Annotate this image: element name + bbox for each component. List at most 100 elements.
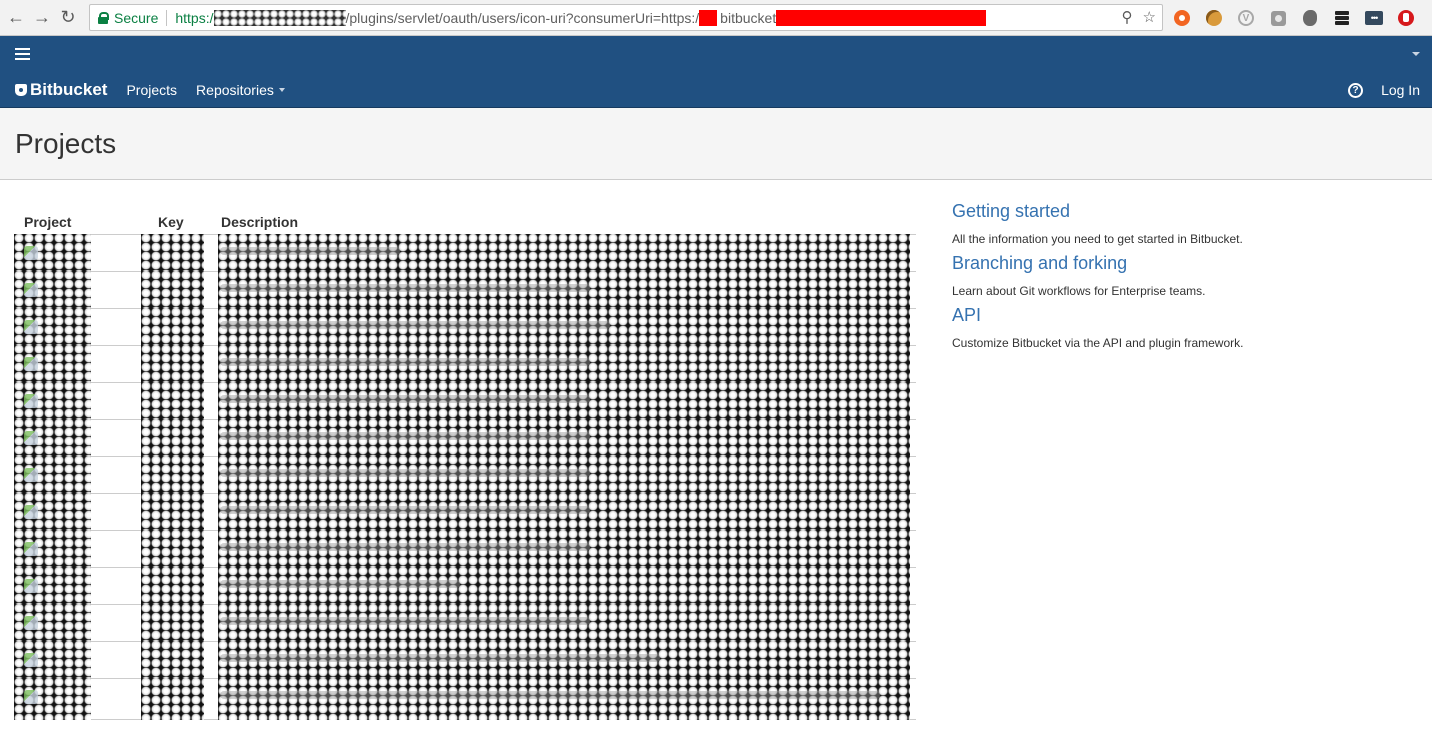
evernote-extension-icon[interactable]	[1298, 6, 1322, 30]
description-cell-redacted	[218, 271, 910, 309]
project-cell-redacted[interactable]	[14, 456, 91, 494]
table-row[interactable]	[14, 493, 916, 531]
table-row[interactable]	[14, 456, 916, 494]
project-avatar-icon	[24, 542, 38, 556]
project-avatar-icon	[24, 283, 38, 297]
branching-forking-description: Learn about Git workflows for Enterprise…	[952, 284, 1206, 298]
description-cell-redacted	[218, 604, 910, 642]
redacted-text	[220, 617, 590, 625]
project-cell-redacted[interactable]	[14, 308, 91, 346]
description-cell-redacted	[218, 345, 910, 383]
project-cell-redacted[interactable]	[14, 271, 91, 309]
api-description: Customize Bitbucket via the API and plug…	[952, 336, 1244, 350]
table-row[interactable]	[14, 382, 916, 420]
redacted-text	[220, 247, 400, 255]
gray-square-extension-icon[interactable]	[1266, 6, 1290, 30]
project-cell-redacted[interactable]	[14, 678, 91, 720]
table-row[interactable]	[14, 641, 916, 679]
divider	[166, 9, 168, 26]
project-cell-redacted[interactable]	[14, 493, 91, 531]
api-link[interactable]: API	[952, 304, 1392, 326]
key-cell-redacted	[141, 271, 204, 309]
redacted-text	[220, 654, 660, 662]
redacted-text	[220, 395, 590, 403]
key-cell-redacted	[141, 382, 204, 420]
table-row[interactable]	[14, 678, 916, 720]
column-header-key[interactable]: Key	[158, 214, 184, 230]
description-cell-redacted	[218, 641, 910, 679]
project-avatar-icon	[24, 616, 38, 630]
login-link[interactable]: Log In	[1381, 82, 1420, 98]
key-cell-redacted	[141, 419, 204, 457]
forward-button[interactable]: →	[29, 5, 55, 31]
key-cell-redacted	[141, 641, 204, 679]
nav-repositories[interactable]: Repositories	[196, 82, 285, 98]
getting-started-description: All the information you need to get star…	[952, 232, 1243, 246]
column-header-description[interactable]: Description	[221, 214, 298, 230]
description-cell-redacted	[218, 234, 910, 272]
project-avatar-icon	[24, 431, 38, 445]
bookmark-star-icon[interactable]: ☆	[1143, 8, 1156, 26]
description-cell-redacted	[218, 530, 910, 568]
redacted-text	[220, 284, 590, 292]
table-row[interactable]	[14, 308, 916, 346]
bucket-icon	[15, 83, 27, 97]
key-cell-redacted	[141, 456, 204, 494]
reload-icon: ↻	[60, 7, 76, 27]
project-cell-redacted[interactable]	[14, 345, 91, 383]
key-cell-redacted	[141, 493, 204, 531]
caret-down-icon[interactable]	[1412, 52, 1420, 56]
table-row[interactable]	[14, 530, 916, 568]
nav-repositories-label: Repositories	[196, 81, 274, 98]
table-row[interactable]	[14, 419, 916, 457]
project-cell-redacted[interactable]	[14, 530, 91, 568]
v-extension-icon[interactable]: V	[1234, 6, 1258, 30]
caret-down-icon	[278, 88, 285, 92]
table-row[interactable]	[14, 604, 916, 642]
table-row[interactable]	[14, 345, 916, 383]
project-cell-redacted[interactable]	[14, 382, 91, 420]
bitbucket-logo[interactable]: Bitbucket	[15, 80, 107, 100]
project-cell-redacted[interactable]	[14, 567, 91, 605]
back-button[interactable]: ←	[3, 5, 29, 31]
reload-button[interactable]: ↻	[55, 5, 81, 31]
description-cell-redacted	[218, 308, 910, 346]
column-header-project[interactable]: Project	[24, 214, 71, 230]
description-cell-redacted	[218, 456, 910, 494]
zoom-icon[interactable]: ⚲	[1122, 8, 1133, 26]
hamburger-menu-icon[interactable]	[15, 48, 30, 60]
orange-circle-extension-icon[interactable]	[1170, 6, 1194, 30]
key-cell-redacted	[141, 234, 204, 272]
project-avatar-icon	[24, 320, 38, 334]
getting-started-link[interactable]: Getting started	[952, 200, 1392, 222]
url-after-redaction: bitbucket	[720, 9, 777, 26]
page-header: Projects	[0, 108, 1432, 180]
table-row[interactable]	[14, 271, 916, 309]
redacted-text	[220, 358, 590, 366]
redacted-host	[213, 9, 346, 26]
lock-icon	[98, 11, 109, 24]
url-text[interactable]: https:/ /plugins/servlet/oauth/users/icon…	[175, 9, 987, 26]
adblock-hand-extension-icon[interactable]	[1394, 6, 1418, 30]
dots-extension-icon[interactable]: •••	[1362, 6, 1386, 30]
nav-projects[interactable]: Projects	[126, 82, 177, 98]
help-icon[interactable]: ?	[1348, 82, 1364, 98]
project-avatar-icon	[24, 579, 38, 593]
table-row[interactable]	[14, 567, 916, 605]
redacted-text	[220, 469, 590, 477]
redacted-text	[220, 543, 590, 551]
table-row[interactable]	[14, 234, 916, 272]
project-cell-redacted[interactable]	[14, 604, 91, 642]
project-cell-redacted[interactable]	[14, 419, 91, 457]
help-sidebar: Getting started All the information you …	[952, 200, 1392, 356]
redacted-text	[220, 580, 460, 588]
redaction-block	[699, 9, 718, 26]
buffer-stack-extension-icon[interactable]	[1330, 6, 1354, 30]
project-cell-redacted[interactable]	[14, 641, 91, 679]
address-bar[interactable]: Secure https:/ /plugins/servlet/oauth/use…	[89, 4, 1163, 31]
branching-forking-link[interactable]: Branching and forking	[952, 252, 1392, 274]
cookie-extension-icon[interactable]	[1202, 6, 1226, 30]
project-cell-redacted[interactable]	[14, 234, 91, 272]
project-avatar-icon	[24, 394, 38, 408]
redacted-text	[220, 506, 590, 514]
